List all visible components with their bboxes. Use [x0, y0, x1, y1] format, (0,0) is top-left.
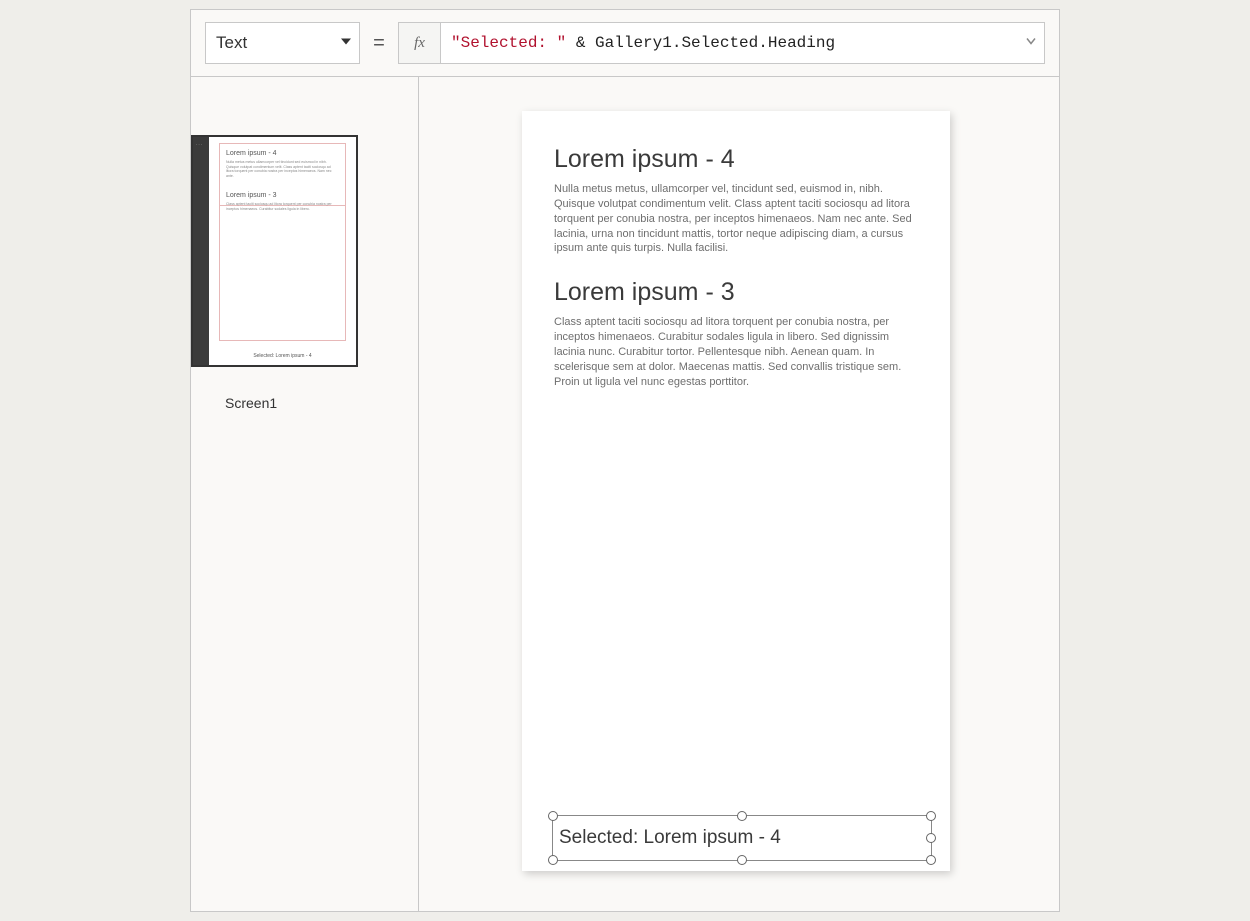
resize-handle-top-mid[interactable] — [737, 811, 747, 821]
thumbnail-sidebar-strip — [193, 137, 209, 365]
thumb-body-2: Class aptent taciti sociosqu ad litora t… — [226, 202, 339, 211]
resize-handle-bottom-left[interactable] — [548, 855, 558, 865]
more-icon[interactable]: ... — [196, 141, 203, 147]
resize-handle-top-left[interactable] — [548, 811, 558, 821]
thumbnail-gallery-outline: Lorem ipsum - 4 Nulla metus metus ullamc… — [219, 143, 346, 341]
gallery-item[interactable]: Lorem ipsum - 4 Nulla metus metus, ullam… — [554, 145, 918, 256]
property-dropdown[interactable]: Text — [205, 22, 360, 64]
screen-thumbnail[interactable]: ... Lorem ipsum - 4 Nulla metus metus ul… — [191, 135, 358, 367]
expand-formula-icon[interactable] — [1026, 37, 1036, 50]
formula-toolbar: Text = fx "Selected: " & Gallery1.Select… — [191, 10, 1059, 77]
thumb-heading-2: Lorem ipsum - 3 — [226, 192, 277, 199]
screen-name-label[interactable]: Screen1 — [225, 395, 277, 411]
formula-string-literal: "Selected: " — [451, 34, 566, 52]
thumb-heading-1: Lorem ipsum - 4 — [226, 150, 277, 157]
formula-reference: Gallery1.Selected.Heading — [595, 34, 835, 52]
gallery-body: Class aptent taciti sociosqu ad litora t… — [554, 315, 918, 389]
app-screen[interactable]: Lorem ipsum - 4 Nulla metus metus, ullam… — [522, 111, 950, 871]
workspace: ... Lorem ipsum - 4 Nulla metus metus ul… — [191, 77, 1059, 911]
chevron-down-icon — [339, 35, 353, 52]
equals-icon: = — [370, 32, 388, 55]
screens-panel: ... Lorem ipsum - 4 Nulla metus metus ul… — [191, 77, 419, 911]
selected-text-value: Selected: Lorem ipsum - 4 — [559, 827, 781, 849]
gallery-control[interactable]: Lorem ipsum - 4 Nulla metus metus, ullam… — [554, 145, 918, 411]
thumb-footer-label: Selected: Lorem ipsum - 4 — [229, 353, 336, 359]
formula-bar[interactable]: fx "Selected: " & Gallery1.Selected.Head… — [398, 22, 1045, 64]
canvas-area[interactable]: Lorem ipsum - 4 Nulla metus metus, ullam… — [419, 77, 1059, 911]
fx-icon[interactable]: fx — [399, 23, 441, 63]
property-dropdown-value: Text — [216, 33, 247, 53]
thumb-body-1: Nulla metus metus ullamcorper vel tincid… — [226, 160, 339, 178]
resize-handle-mid-right[interactable] — [926, 833, 936, 843]
formula-input[interactable]: "Selected: " & Gallery1.Selected.Heading — [441, 23, 1044, 63]
selected-text-label[interactable]: Selected: Lorem ipsum - 4 — [552, 815, 932, 861]
resize-handle-bottom-mid[interactable] — [737, 855, 747, 865]
gallery-item[interactable]: Lorem ipsum - 3 Class aptent taciti soci… — [554, 278, 918, 389]
gallery-heading: Lorem ipsum - 3 — [554, 278, 918, 307]
resize-handle-top-right[interactable] — [926, 811, 936, 821]
gallery-body: Nulla metus metus, ullamcorper vel, tinc… — [554, 182, 918, 256]
thumbnail-preview: Lorem ipsum - 4 Nulla metus metus ullamc… — [209, 137, 356, 365]
app-frame: Text = fx "Selected: " & Gallery1.Select… — [190, 9, 1060, 912]
gallery-heading: Lorem ipsum - 4 — [554, 145, 918, 174]
formula-operator: & — [566, 34, 595, 52]
resize-handle-bottom-right[interactable] — [926, 855, 936, 865]
